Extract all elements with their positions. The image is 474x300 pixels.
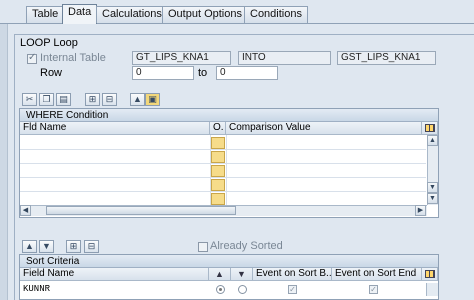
scroll-thumb[interactable] [46,206,236,215]
operator-cell[interactable] [211,151,225,163]
col-event-sort-end[interactable]: Event on Sort End [332,268,422,281]
vertical-scrollbar[interactable]: ▲ ▼ ▼ [427,135,438,205]
tab-table[interactable]: Table [26,6,65,23]
delete-row-icon[interactable]: ⊟ [84,240,99,253]
lock-icon[interactable]: ▣ [145,93,160,106]
event-sort-end-checkbox[interactable]: ✓ [369,285,378,294]
operator-cell[interactable] [211,193,225,205]
column-settings-icon[interactable] [422,268,438,281]
row-divider [20,191,426,192]
descending-radio[interactable] [238,285,247,294]
row-from-field[interactable]: 0 [132,66,194,80]
insert-row-icon[interactable]: ⊞ [66,240,81,253]
tab-strip: Table Data Calculations Output Options C… [0,0,474,24]
operator-cell[interactable] [211,137,225,149]
row-label: Row [40,67,63,79]
arrow-up-icon[interactable]: ▲ [22,240,37,253]
move-up-icon[interactable]: ▲ [130,93,145,106]
scroll-up-icon[interactable]: ▲ [427,135,438,146]
col-ascending[interactable]: ▲ [209,268,231,281]
cut-icon[interactable]: ✂ [22,93,37,106]
sort-field-kunnr[interactable]: KUNNR [23,284,50,294]
row-to-field[interactable]: 0 [216,66,278,80]
insert-row-icon[interactable]: ⊞ [85,93,100,106]
to-label: to [198,67,208,79]
already-sorted-checkbox[interactable] [198,242,208,252]
window-edge [0,24,8,300]
arrow-down-icon[interactable]: ▼ [39,240,54,253]
tab-conditions[interactable]: Conditions [244,6,308,23]
sort-descending-icon: ▼ [237,269,246,279]
sort-ascending-icon: ▲ [215,269,224,279]
mode-field[interactable]: INTO [238,51,331,65]
scroll-left-icon[interactable]: ◀ [20,205,31,216]
tab-calculations[interactable]: Calculations [96,6,168,23]
group-title: LOOP Loop [20,37,78,49]
operator-cell[interactable] [211,179,225,191]
tab-data[interactable]: Data [62,4,98,24]
event-sort-begin-checkbox[interactable]: ✓ [288,285,297,294]
column-settings-icon[interactable] [422,122,438,135]
sort-table-title: Sort Criteria [20,255,438,268]
operator-cell[interactable] [211,165,225,177]
target-field[interactable]: GST_LIPS_KNA1 [337,51,436,65]
row-selector[interactable] [426,283,438,296]
delete-row-icon[interactable]: ⊟ [102,93,117,106]
internal-table-checkbox[interactable] [27,52,37,64]
tab-output-options[interactable]: Output Options [162,6,248,23]
row-divider [20,149,426,150]
col-descending[interactable]: ▼ [231,268,253,281]
col-event-sort-begin[interactable]: Event on Sort B... [253,268,332,281]
col-comparison-value[interactable]: Comparison Value [226,122,422,135]
col-operator[interactable]: O. [210,122,226,135]
where-table-title: WHERE Condition [20,109,438,122]
scroll-right-icon[interactable]: ▶ [415,205,426,216]
col-fld-name[interactable]: Fld Name [20,122,210,135]
internal-table-label: Internal Table [40,52,106,64]
paste-icon[interactable]: ▤ [56,93,71,106]
ascending-radio[interactable] [216,285,225,294]
already-sorted-label: Already Sorted [210,240,283,252]
row-divider [20,177,426,178]
internal-table-field[interactable]: GT_LIPS_KNA1 [132,51,231,65]
horizontal-scrollbar[interactable]: ◀ ▶ [20,205,427,216]
scroll-down-icon[interactable]: ▼ [427,182,438,193]
row-divider [20,163,426,164]
col-divider [226,135,227,205]
scroll-bottom-icon[interactable]: ▼ [427,193,438,204]
col-field-name[interactable]: Field Name [20,268,209,281]
copy-icon[interactable]: ❐ [39,93,54,106]
